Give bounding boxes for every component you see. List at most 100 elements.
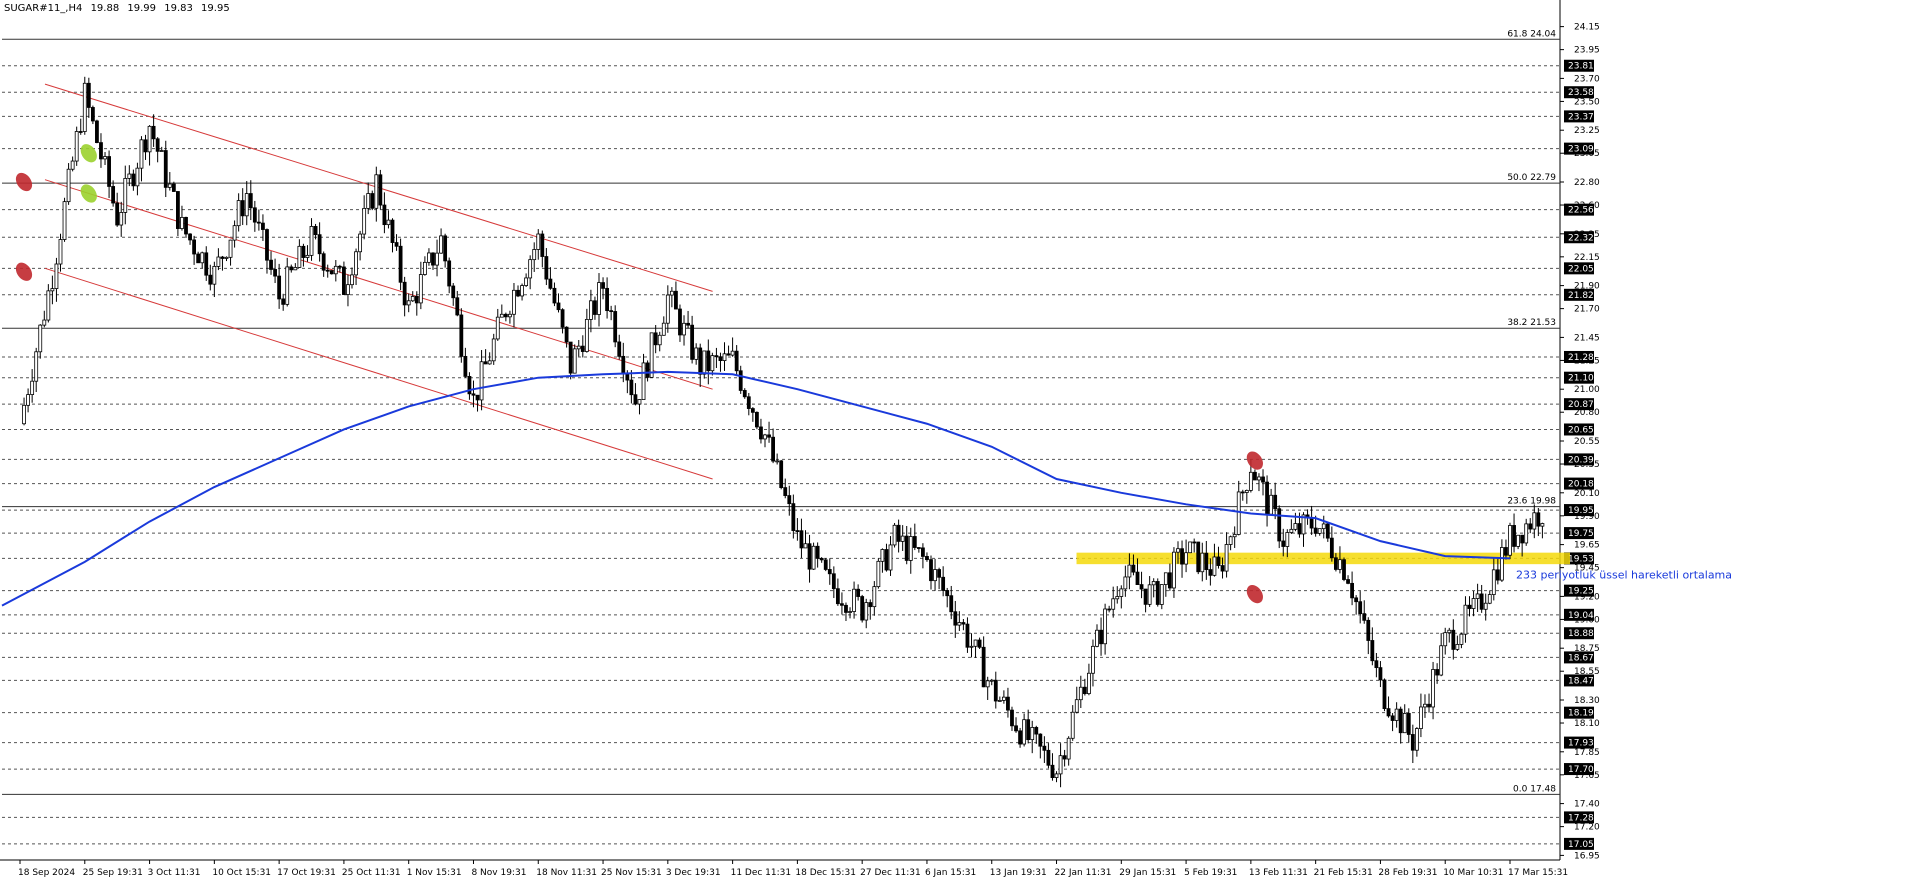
candle-bull [532,249,537,261]
candle-bear [1196,541,1201,573]
candle-bear [143,139,148,153]
candle-bear [1038,733,1043,747]
time-tick-label: 8 Nov 19:31 [471,868,526,878]
candle-bear [556,302,561,311]
candle-bull [1224,544,1229,572]
candle-bear [313,226,318,236]
candle-bear [755,411,759,428]
candle-bear [912,536,917,548]
candle-bear [90,107,95,122]
candle-bear [945,590,950,597]
candle-bull [1455,644,1460,650]
candle-bear [115,202,120,226]
price-tick-label: 17.20 [1574,823,1600,833]
candle-bull [147,125,152,153]
time-tick-label: 10 Oct 15:31 [212,868,271,878]
candle-bear [131,173,136,187]
candle-bear [1410,734,1415,751]
candle-bull [576,345,581,350]
candle-bear [686,322,690,326]
candle-bear [771,436,775,462]
candle-bear [678,308,682,336]
candle-bear [86,82,91,108]
candle-bear [1467,604,1472,609]
candle-bull [333,265,338,275]
chart-canvas[interactable]: 24.1523.9523.7023.5023.2523.0522.8022.60… [0,0,1916,888]
fibo-label: 50.0 22.79 [1507,173,1556,183]
candle-bull [38,324,43,353]
candle-bull [212,265,217,285]
candle-bull [139,139,144,169]
candle-bull [1471,598,1476,609]
candle-bear [281,298,286,305]
candle-bull [997,699,1002,702]
candle-bear [176,191,180,229]
candle-bull [1022,719,1027,745]
candle-bull [649,332,654,378]
candle-bull [597,282,601,315]
candle-bull [1111,598,1116,610]
candle-bull [1394,708,1399,721]
candle-bull [1516,534,1520,547]
candle-bull [1475,593,1480,599]
candle-bear [99,142,103,160]
candle-bear [605,287,609,312]
ohlc-high: 19.99 [127,3,157,14]
candle-bear [1281,540,1286,547]
candle-bull [669,290,674,296]
candle-bear [734,350,739,372]
candle-bull [1123,576,1128,590]
candle-bull [297,245,302,268]
candle-bear [471,393,476,396]
candle-bull [366,193,371,209]
time-tick-label: 18 Sep 2024 [18,868,75,878]
candle-bull [508,313,512,318]
candle-bear [1050,764,1055,778]
candle-bear [1220,565,1225,572]
candle-bull [957,622,962,626]
candle-bear [95,120,99,143]
time-tick-label: 13 Jan 19:31 [990,868,1047,878]
candle-bull [1532,512,1537,530]
time-tick-label: 22 Jan 11:31 [1055,868,1112,878]
candle-bull [1289,528,1294,533]
price-tick-label: 18.30 [1574,696,1600,706]
candle-bear [1265,481,1269,515]
price-tick-label: 22.15 [1574,253,1600,263]
candle-bear [544,256,549,280]
candle-bull [1463,604,1468,635]
time-tick-label: 17 Mar 15:31 [1508,868,1568,878]
level-tag-label: 18.19 [1568,709,1594,719]
candle-bear [560,309,565,328]
candle-bear [1358,601,1363,615]
candle-bear [414,296,419,304]
candle-bear [382,204,387,226]
candle-bull [1103,608,1108,645]
candle-bull [572,348,577,374]
level-tag-label: 17.70 [1568,765,1594,775]
level-tag-label: 18.88 [1568,629,1594,639]
candle-bull [1257,476,1261,481]
candle-bull [119,212,124,226]
candle-bear [1329,537,1334,559]
candle-bear [844,604,848,613]
candle-bull [1248,471,1253,491]
level-tag-label: 17.05 [1568,840,1594,850]
candle-bear [78,131,83,133]
candle-bear [516,289,520,297]
candle-bear [1386,708,1391,717]
candle-bull [1321,523,1326,530]
candle-bear [1139,584,1144,590]
candle-bull [1500,547,1504,581]
candle-bull [641,362,646,400]
candle-bull [46,290,51,321]
candle-bear [993,679,998,702]
candle-bull [386,219,391,226]
candle-bull [1172,551,1176,589]
candle-bear [718,356,723,362]
candle-bear [325,269,330,272]
candle-bull [1443,632,1448,647]
candle-bear [1362,613,1367,621]
candle-bull [722,353,727,362]
price-chart[interactable]: SUGAR#11_,H4 19.88 19.99 19.83 19.95 24.… [0,0,1916,888]
